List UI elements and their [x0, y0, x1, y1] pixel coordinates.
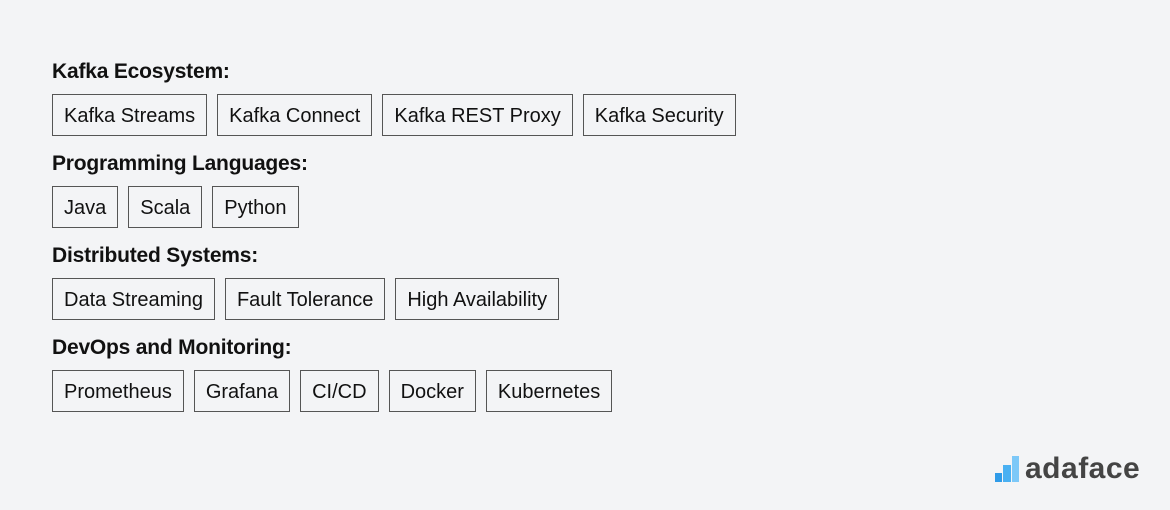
skill-tag: Fault Tolerance	[224, 278, 386, 320]
skill-tag: Kubernetes	[485, 370, 613, 412]
section-title: Programming Languages:	[52, 152, 308, 175]
section-title: Distributed Systems:	[52, 244, 259, 267]
skill-tag: Docker	[388, 370, 476, 412]
tag-list: Kafka Streams Kafka Connect Kafka REST P…	[52, 94, 736, 136]
skill-tag: Python	[212, 186, 299, 228]
tag-list: Data Streaming Fault Tolerance High Avai…	[52, 278, 736, 320]
tag-list: Prometheus Grafana CI/CD Docker Kubernet…	[52, 370, 736, 412]
section-devops-monitoring: DevOps and Monitoring: Prometheus Grafan…	[52, 334, 736, 412]
skill-tag: Kafka Streams	[52, 94, 208, 136]
section-distributed-systems: Distributed Systems: Data Streaming Faul…	[52, 242, 736, 320]
logo-text: adaface	[1025, 452, 1141, 485]
section-kafka-ecosystem: Kafka Ecosystem: Kafka Streams Kafka Con…	[52, 58, 736, 136]
bar-chart-logo-icon	[995, 456, 1019, 482]
skill-tag: Kafka Connect	[217, 94, 373, 136]
skill-tag: High Availability	[395, 278, 560, 320]
section-programming-languages: Programming Languages: Java Scala Python	[52, 150, 736, 228]
skills-content: Kafka Ecosystem: Kafka Streams Kafka Con…	[52, 58, 736, 426]
adaface-logo: adaface	[995, 452, 1140, 486]
section-title: DevOps and Monitoring:	[52, 336, 292, 359]
tag-list: Java Scala Python	[52, 186, 736, 228]
skill-tag: Kafka REST Proxy	[382, 94, 573, 136]
skill-tag: Kafka Security	[582, 94, 736, 136]
skill-tag: Prometheus	[52, 370, 184, 412]
skill-tag: Java	[52, 186, 119, 228]
skill-tag: Scala	[128, 186, 203, 228]
skill-tag: Data Streaming	[52, 278, 215, 320]
section-title: Kafka Ecosystem:	[52, 60, 230, 83]
skill-tag: CI/CD	[300, 370, 379, 412]
skill-tag: Grafana	[193, 370, 291, 412]
